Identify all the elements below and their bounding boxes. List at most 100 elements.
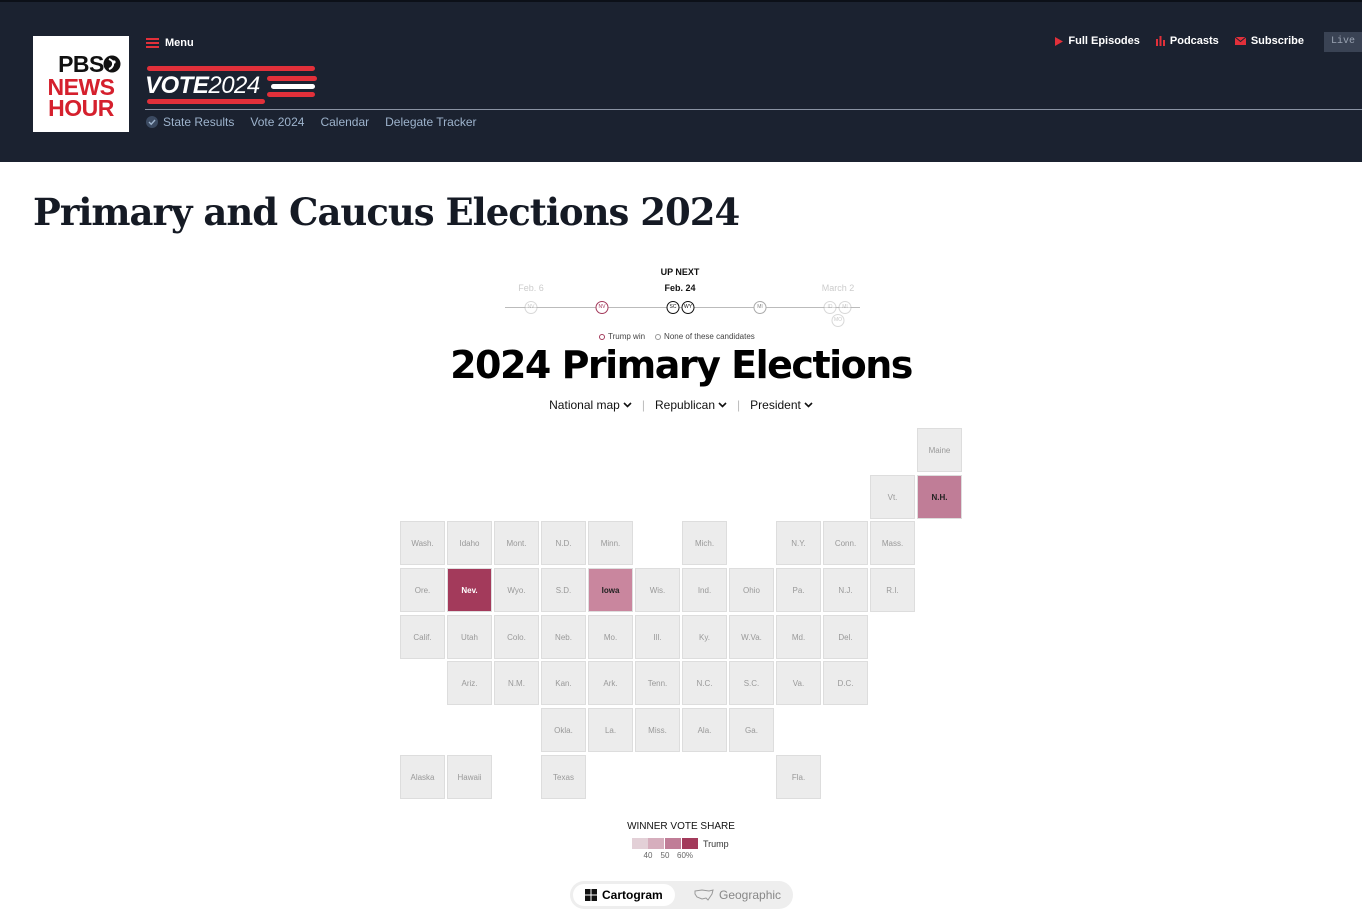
state-tile-calif[interactable]: Calif.: [400, 615, 445, 659]
vote-logo-stripe: [147, 99, 265, 104]
state-tile-ky[interactable]: Ky.: [682, 615, 727, 659]
state-tile-nc[interactable]: N.C.: [682, 661, 727, 705]
state-tile-fla[interactable]: Fla.: [776, 755, 821, 799]
state-tile-ariz[interactable]: Ariz.: [447, 661, 492, 705]
vote-share-candidate: Trump: [703, 839, 729, 849]
timeline-stop-mi[interactable]: MI: [753, 301, 767, 314]
red-ring-icon: [599, 334, 605, 340]
vote-share-swatch: [632, 838, 648, 849]
state-tile-ore[interactable]: Ore.: [400, 568, 445, 612]
state-tile-kan[interactable]: Kan.: [541, 661, 586, 705]
subnav-state-results[interactable]: State Results: [146, 115, 234, 129]
view-dropdown[interactable]: National map: [549, 398, 632, 412]
pbs-head-icon: [103, 55, 121, 73]
timeline-stop-id[interactable]: ID: [823, 301, 837, 314]
state-tile-la[interactable]: La.: [588, 708, 633, 752]
state-tile-wis[interactable]: Wis.: [635, 568, 680, 612]
vote-logo-stripe: [147, 66, 315, 71]
state-tile-ark[interactable]: Ark.: [588, 661, 633, 705]
cartogram-toggle[interactable]: Cartogram: [573, 884, 675, 906]
state-tile-mass[interactable]: Mass.: [870, 521, 915, 565]
state-tile-hawaii[interactable]: Hawaii: [447, 755, 492, 799]
state-tile-idaho[interactable]: Idaho: [447, 521, 492, 565]
state-tile-nh[interactable]: N.H.: [917, 475, 962, 519]
state-tile-dc[interactable]: D.C.: [823, 661, 868, 705]
chevron-down-icon: [623, 402, 632, 408]
party-dropdown[interactable]: Republican: [655, 398, 727, 412]
geographic-label: Geographic: [719, 888, 782, 902]
state-tile-texas[interactable]: Texas: [541, 755, 586, 799]
state-tile-nm[interactable]: N.M.: [494, 661, 539, 705]
state-tile-wyo[interactable]: Wyo.: [494, 568, 539, 612]
gray-ring-icon: [655, 334, 662, 340]
state-tile-ohio[interactable]: Ohio: [729, 568, 774, 612]
state-tile-vt[interactable]: Vt.: [870, 475, 915, 519]
vote-share-tick: 50: [660, 851, 670, 860]
state-tile-wash[interactable]: Wash.: [400, 521, 445, 565]
state-tile-conn[interactable]: Conn.: [823, 521, 868, 565]
timeline-stop-mi-2[interactable]: MI: [838, 301, 852, 314]
office-dropdown[interactable]: President: [750, 398, 813, 412]
live-button[interactable]: Live: [1324, 32, 1362, 52]
state-tile-nj[interactable]: N.J.: [823, 568, 868, 612]
menu-button[interactable]: Menu: [146, 36, 194, 50]
state-tile-alaska[interactable]: Alaska: [400, 755, 445, 799]
subscribe-link[interactable]: Subscribe: [1234, 35, 1304, 47]
vote-logo-stripe: [271, 84, 315, 89]
state-tile-miss[interactable]: Miss.: [635, 708, 680, 752]
vote-share-swatch: [648, 838, 664, 849]
state-tile-mo[interactable]: Mo.: [588, 615, 633, 659]
office-dropdown-label: President: [750, 398, 801, 412]
vote-2024-logo[interactable]: VOTE2024: [145, 64, 320, 104]
state-tile-sc[interactable]: S.C.: [729, 661, 774, 705]
cartogram-label: Cartogram: [602, 888, 663, 902]
state-tile-minn[interactable]: Minn.: [588, 521, 633, 565]
state-tile-nd[interactable]: N.D.: [541, 521, 586, 565]
state-tile-maine[interactable]: Maine: [917, 428, 962, 472]
pbs-newshour-logo[interactable]: PBS NEWS HOUR: [33, 36, 129, 132]
state-tile-okla[interactable]: Okla.: [541, 708, 586, 752]
vote-share-legend-title: WINNER VOTE SHARE: [627, 821, 735, 832]
state-tile-va[interactable]: Va.: [776, 661, 821, 705]
full-episodes-link[interactable]: Full Episodes: [1055, 35, 1140, 47]
state-tile-ga[interactable]: Ga.: [729, 708, 774, 752]
view-dropdown-label: National map: [549, 398, 620, 412]
state-tile-mont[interactable]: Mont.: [494, 521, 539, 565]
page-title: Primary and Caucus Elections 2024: [33, 190, 740, 234]
timeline-stop-nv-win[interactable]: NV: [595, 301, 609, 314]
state-tile-wva[interactable]: W.Va.: [729, 615, 774, 659]
subnav-delegate-tracker[interactable]: Delegate Tracker: [385, 115, 476, 129]
election-timeline: Feb. 6 UP NEXT Feb. 24 March 2 NV NV SC …: [505, 265, 860, 330]
state-tile-mich[interactable]: Mich.: [682, 521, 727, 565]
map-filters: National map | Republican | President: [0, 398, 1362, 412]
envelope-icon: [1234, 37, 1246, 45]
subnav-calendar[interactable]: Calendar: [320, 115, 369, 129]
state-tile-neb[interactable]: Neb.: [541, 615, 586, 659]
podcasts-link[interactable]: Podcasts: [1155, 35, 1219, 47]
legend-none-label: None of these candidates: [664, 332, 755, 341]
state-tile-md[interactable]: Md.: [776, 615, 821, 659]
state-tile-pa[interactable]: Pa.: [776, 568, 821, 612]
state-tile-colo[interactable]: Colo.: [494, 615, 539, 659]
menu-label: Menu: [165, 37, 194, 49]
state-tile-ala[interactable]: Ala.: [682, 708, 727, 752]
header-divider: [145, 109, 1362, 110]
timeline-stop-nv[interactable]: NV: [524, 301, 538, 314]
state-tile-ny[interactable]: N.Y.: [776, 521, 821, 565]
state-tile-ri[interactable]: R.I.: [870, 568, 915, 612]
vote-share-swatch: [682, 838, 698, 849]
us-map-icon: [694, 889, 714, 901]
state-tile-utah[interactable]: Utah: [447, 615, 492, 659]
state-tile-del[interactable]: Del.: [823, 615, 868, 659]
state-tile-nev[interactable]: Nev.: [447, 568, 492, 612]
state-tile-sd[interactable]: S.D.: [541, 568, 586, 612]
geographic-toggle[interactable]: Geographic: [682, 884, 793, 906]
state-tile-iowa[interactable]: Iowa: [588, 568, 633, 612]
subnav-vote-2024[interactable]: Vote 2024: [250, 115, 304, 129]
timeline-stop-sc[interactable]: SC: [666, 301, 680, 314]
state-tile-tenn[interactable]: Tenn.: [635, 661, 680, 705]
state-tile-ill[interactable]: Ill.: [635, 615, 680, 659]
timeline-stop-mo[interactable]: MO: [831, 314, 845, 327]
state-tile-ind[interactable]: Ind.: [682, 568, 727, 612]
timeline-stop-wy[interactable]: WY: [681, 301, 695, 314]
